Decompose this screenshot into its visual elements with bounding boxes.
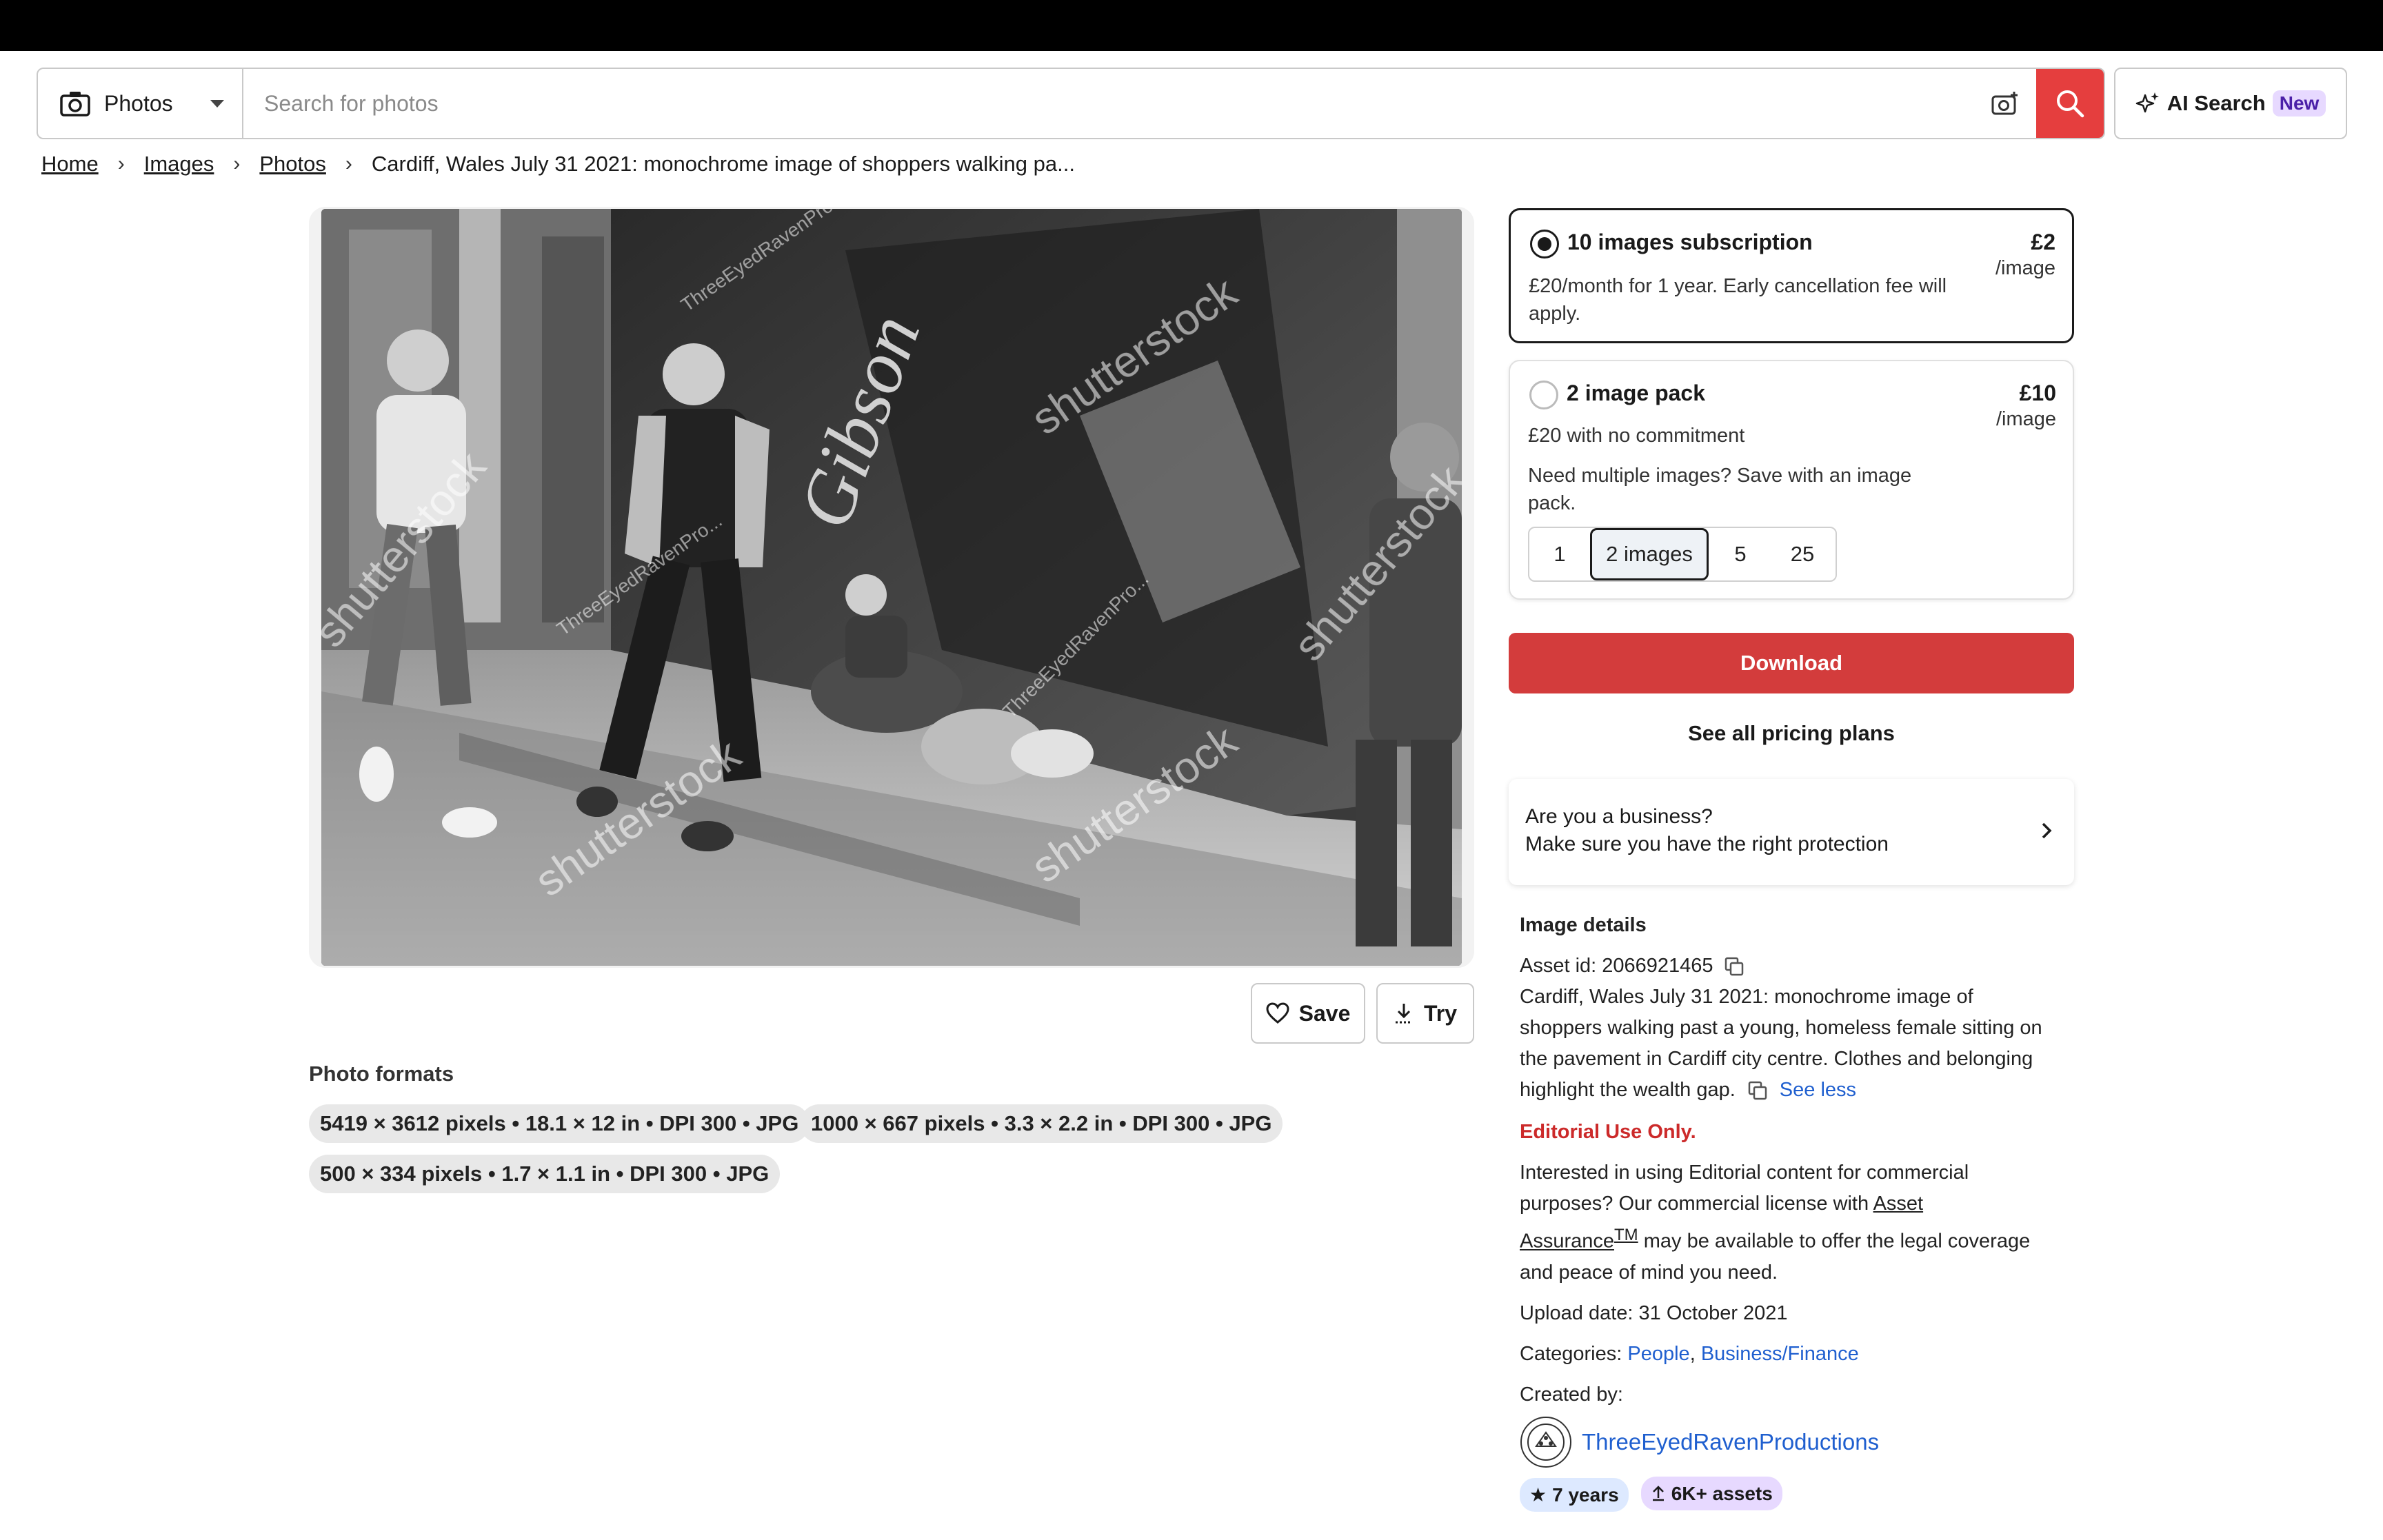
see-all-pricing-link[interactable]: See all pricing plans <box>1509 721 2074 746</box>
plan-description: apply. <box>1529 303 1581 325</box>
pack-size-selector: 1 2 images 5 25 <box>1528 527 1837 582</box>
description-line: highlight the wealth gap. <box>1520 1079 1736 1101</box>
pack-option-25[interactable]: 25 <box>1772 528 1833 580</box>
description-line: the pavement in Cardiff city centre. Clo… <box>1520 1048 2033 1070</box>
editorial-text: and peace of mind you need. <box>1520 1261 1778 1284</box>
chevron-right-icon: › <box>117 152 125 175</box>
search-input[interactable] <box>243 69 1974 138</box>
see-less-link[interactable]: See less <box>1780 1075 1856 1106</box>
breadcrumb-photos[interactable]: Photos <box>259 152 326 176</box>
image-search-button[interactable] <box>1974 69 2036 138</box>
try-button[interactable]: Try <box>1376 983 1474 1044</box>
sparkle-icon <box>2135 92 2159 113</box>
editorial-text: purposes? Our commercial license with <box>1520 1193 1869 1215</box>
try-label: Try <box>1423 1000 1458 1026</box>
save-label: Save <box>1298 1000 1351 1026</box>
chevron-right-icon: › <box>233 152 241 175</box>
breadcrumb-images[interactable]: Images <box>144 152 214 176</box>
ai-search-label: AI Search <box>2166 91 2266 115</box>
top-black-bar <box>0 0 2383 51</box>
format-chip[interactable]: 5419 × 3612 pixels • 18.1 × 12 in • DPI … <box>309 1104 810 1143</box>
format-chip[interactable]: 500 × 334 pixels • 1.7 × 1.1 in • DPI 30… <box>309 1155 781 1193</box>
business-card[interactable]: Are you a business? Make sure you have t… <box>1509 779 2074 885</box>
ai-search-button[interactable]: AI Search New <box>2114 68 2347 139</box>
description-line: shoppers walking past a young, homeless … <box>1520 1017 2042 1039</box>
breadcrumb-home[interactable]: Home <box>41 152 99 176</box>
breadcrumb-current: Cardiff, Wales July 31 2021: monochrome … <box>371 152 1075 176</box>
asset-assurance-link[interactable]: Assurance <box>1520 1230 1614 1253</box>
preview-photo[interactable]: Gibson shutterstock shutterstock shutter… <box>321 209 1462 966</box>
chevron-right-icon: › <box>345 152 352 175</box>
media-type-label: Photos <box>104 90 173 116</box>
editorial-text-line: purposes? Our commercial license with As… <box>1520 1188 2071 1219</box>
editorial-text-line: AssuranceTM may be available to offer th… <box>1520 1219 2071 1257</box>
years-badge: ★ 7 years <box>1520 1478 1629 1512</box>
business-subtext: Make sure you have the right protection <box>1525 833 1889 855</box>
radio-selected[interactable] <box>1530 230 1559 259</box>
upload-date: Upload date: 31 October 2021 <box>1520 1301 1788 1324</box>
image-details: Image details Asset id: 2066921465 Cardi… <box>1520 910 2071 1512</box>
assets-badge: 6K+ assets <box>1640 1476 1782 1510</box>
breadcrumb: Home › Images › Photos › Cardiff, Wales … <box>41 152 1075 176</box>
asset-id: Asset id: 2066921465 <box>1520 955 1713 977</box>
created-by-label: Created by: <box>1520 1383 1623 1406</box>
media-type-select[interactable]: Photos <box>38 69 243 138</box>
image-details-heading: Image details <box>1520 914 1647 936</box>
plan-price: £10 <box>2019 381 2056 405</box>
plan-description: £20/month for 1 year. Early cancellation… <box>1529 275 1947 297</box>
caret-down-icon <box>210 99 224 108</box>
author-avatar[interactable] <box>1520 1416 1572 1468</box>
save-button[interactable]: Save <box>1251 983 1365 1044</box>
description-line: Cardiff, Wales July 31 2021: monochrome … <box>1520 986 1973 1008</box>
new-badge: New <box>2272 90 2326 116</box>
heart-icon <box>1266 1002 1289 1024</box>
photo-formats-title: Photo formats <box>309 1062 454 1086</box>
plan-subscription[interactable]: 10 images subscription £2 /image £20/mon… <box>1509 208 2074 343</box>
trademark-mark: TM <box>1614 1226 1638 1244</box>
chevron-right-icon <box>2042 822 2052 839</box>
search-button[interactable] <box>2036 69 2104 138</box>
category-link-people[interactable]: People <box>1627 1343 1689 1365</box>
pack-option-5[interactable]: 5 <box>1709 528 1772 580</box>
search-icon <box>2057 90 2084 118</box>
format-chip[interactable]: 1000 × 667 pixels • 3.3 × 2.2 in • DPI 3… <box>800 1104 1283 1143</box>
plan-title: 10 images subscription <box>1567 230 1813 254</box>
download-icon <box>1395 1004 1412 1024</box>
search-bar: Photos <box>37 68 2105 139</box>
years-badge-label: 7 years <box>1552 1484 1619 1506</box>
editorial-use-label: Editorial Use Only. <box>1520 1121 1696 1143</box>
plan-description: Need multiple images? Save with an image <box>1528 465 1912 487</box>
camera-plus-icon <box>1991 92 2018 115</box>
plan-title: 2 image pack <box>1567 381 1705 405</box>
pack-option-1[interactable]: 1 <box>1529 528 1590 580</box>
editorial-text: Interested in using Editorial content fo… <box>1520 1162 1969 1184</box>
copy-icon[interactable] <box>1725 957 1744 976</box>
radio-unselected[interactable] <box>1529 381 1558 409</box>
asset-assurance-link[interactable]: Asset <box>1873 1193 1924 1215</box>
plan-unit: /image <box>1995 257 2055 279</box>
categories: Categories: People, Business/Finance <box>1520 1342 1859 1365</box>
upload-icon <box>1652 1486 1664 1501</box>
business-question: Are you a business? <box>1525 805 1713 828</box>
copy-icon[interactable] <box>1748 1081 1767 1100</box>
editorial-text: may be available to offer the legal cove… <box>1643 1230 2031 1253</box>
author-link[interactable]: ThreeEyedRavenProductions <box>1582 1426 1879 1457</box>
download-button[interactable]: Download <box>1509 633 2074 693</box>
star-icon: ★ <box>1529 1484 1547 1506</box>
pack-option-2[interactable]: 2 images <box>1590 528 1709 580</box>
category-link-business[interactable]: Business/Finance <box>1701 1343 1859 1365</box>
plan-image-pack[interactable]: 2 image pack £10 /image £20 with no comm… <box>1509 360 2074 600</box>
plan-description: pack. <box>1528 492 1576 514</box>
camera-icon <box>60 92 90 116</box>
plan-description: £20 with no commitment <box>1528 425 1745 447</box>
plan-unit: /image <box>1995 408 2056 430</box>
categories-label: Categories: <box>1520 1342 1622 1365</box>
assets-badge-label: 6K+ assets <box>1671 1482 1773 1504</box>
plan-price: £2 <box>2031 230 2055 254</box>
street-scene-illustration: Gibson shutterstock shutterstock shutter… <box>321 209 1462 966</box>
